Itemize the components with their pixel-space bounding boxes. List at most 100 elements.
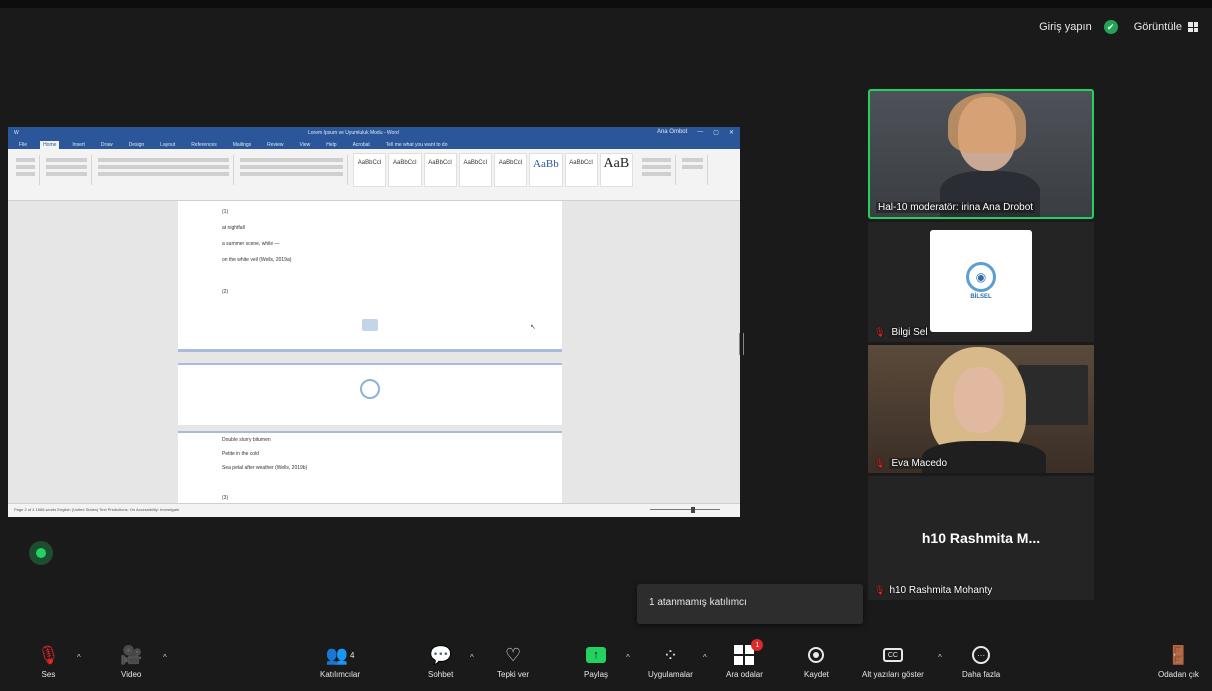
participant-video <box>954 367 1004 433</box>
leave-label: Odadan çık <box>1158 670 1199 679</box>
status-text: Page 2 of 4 1668 words English (United S… <box>14 507 180 512</box>
logo-text: BİLSEL <box>970 294 992 300</box>
participant-tile[interactable]: ◉ BİLSEL 🎙 Bilgi Sel <box>868 222 1094 342</box>
shared-screen: W Lorem Ipsum ve Uyumluluk Modu - Word A… <box>8 127 740 517</box>
participant-label: 🎙 h10 Rashmita Mohanty <box>874 585 992 596</box>
participant-tile-active-speaker[interactable]: Hal-10 moderatör: irina Ana Drobot <box>868 89 1094 219</box>
document-area: (1) at nightfall a summer scene, while —… <box>8 201 740 503</box>
mic-muted-icon: 🎙 <box>37 644 60 665</box>
word-tab: Insert <box>72 142 85 148</box>
participant-hair <box>948 93 1026 153</box>
participant-tile[interactable]: h10 Rashmita M... 🎙 h10 Rashmita Mohanty <box>868 476 1094 600</box>
apps-icon: ⁘ <box>662 644 678 665</box>
more-icon-wrap: ··· <box>972 643 991 667</box>
rooms-badge: 1 <box>751 639 764 651</box>
word-statusbar: Page 2 of 4 1668 words English (United S… <box>8 503 740 517</box>
style-swatch: AaBbCcI <box>423 153 457 187</box>
rooms-label: Ara odalar <box>726 670 763 679</box>
view-button[interactable]: Görüntüle <box>1134 21 1198 33</box>
participant-avatar-logo: ◉ BİLSEL <box>930 230 1032 332</box>
reactions-button[interactable]: ♡ Tepki ver <box>497 643 530 680</box>
participant-name: h10 Rashmita Mohanty <box>889 585 993 596</box>
video-button[interactable]: 🎥 Video <box>120 643 142 680</box>
signin-label: Giriş yapın <box>1039 21 1092 33</box>
word-ribbon: AaBbCcI AaBbCcI AaBbCcI AaBbCcI AaBbCcI AaBb A… <box>8 149 740 201</box>
breakout-rooms-button[interactable]: 1 Ara odalar <box>726 639 764 679</box>
mouse-cursor-icon: ↖ <box>530 324 536 331</box>
participant-tile[interactable]: 🎙 Eva Macedo <box>868 345 1094 473</box>
word-titlebar: W Lorem Ipsum ve Uyumluluk Modu - Word A… <box>8 127 740 139</box>
editing-group <box>638 155 676 185</box>
chat-icon: 💬 <box>429 644 452 665</box>
zoom-slider <box>650 509 720 510</box>
share-options-caret-icon[interactable]: ^ <box>626 653 630 662</box>
panel-splitter-handle[interactable] <box>739 333 744 355</box>
captions-button[interactable]: CC Alt yazıları göster <box>862 643 924 679</box>
record-icon-wrap <box>808 643 825 667</box>
share-screen-button[interactable]: ↑ Paylaş <box>584 643 608 679</box>
header-logo-icon <box>360 379 380 399</box>
word-tab: Design <box>128 142 145 148</box>
participant-display-name: h10 Rashmita M... <box>921 530 1041 546</box>
participant-name: Bilgi Sel <box>889 327 930 338</box>
audio-label: Ses <box>41 670 56 679</box>
participant-label: 🎙 Bilgi Sel <box>874 327 930 338</box>
style-swatch: AaBbCcI <box>388 153 422 187</box>
apps-options-caret-icon[interactable]: ^ <box>703 653 707 662</box>
doc-line: at nightfall <box>222 225 245 231</box>
doc-line: (2) <box>222 289 229 295</box>
word-tab: Draw <box>100 142 113 148</box>
participant-label: 🎙 Eva Macedo <box>874 458 950 469</box>
unassigned-participants-tooltip[interactable]: 1 atanmamış katılımcı <box>637 584 863 624</box>
minimize-icon: — <box>697 129 704 135</box>
video-options-caret-icon[interactable]: ^ <box>163 653 167 662</box>
word-tab: Acrobat <box>352 142 370 148</box>
clipboard-tools <box>42 155 92 185</box>
chat-label: Sohbet <box>428 670 454 679</box>
style-swatch: AaBbCcI <box>458 153 492 187</box>
leave-room-button[interactable]: 🚪 Odadan çık <box>1158 643 1199 680</box>
zoom-slider-knob <box>691 507 695 513</box>
share-icon-wrap: ↑ <box>586 643 606 667</box>
word-tab: Tell me what you want to do <box>385 142 448 148</box>
grid-view-icon <box>1188 22 1198 32</box>
style-swatch: AaBbCcI <box>564 153 598 187</box>
word-user: Ana Ombot <box>656 129 688 135</box>
chat-options-caret-icon[interactable]: ^ <box>470 653 474 662</box>
security-shield-icon: ✔ <box>1103 20 1118 34</box>
chat-button[interactable]: 💬 Sohbet <box>428 643 454 680</box>
more-label: Daha fazla <box>962 670 1001 679</box>
record-button[interactable]: Kaydet <box>804 643 829 679</box>
doc-line: on the white veil (Wells, 2019a) <box>222 257 292 263</box>
styles-gallery: AaBbCcI AaBbCcI AaBbCcI AaBbCcI AaBbCcI AaBb A… <box>353 153 633 187</box>
background-wall <box>1018 365 1088 425</box>
doc-line: Petite in the cold <box>222 451 259 457</box>
word-tab: Mailings <box>232 142 252 148</box>
close-icon: ✕ <box>728 130 734 136</box>
audio-options-caret-icon[interactable]: ^ <box>77 653 81 662</box>
word-window-controls: Ana Ombot — ▢ ✕ <box>657 129 734 136</box>
mic-muted-icon: 🎙 <box>874 585 886 595</box>
audio-button[interactable]: 🎙 Ses <box>37 643 60 680</box>
reactions-label: Tepki ver <box>497 670 530 679</box>
meeting-toolbar: 🎙 Ses ^ 🎥 Video ^ 👥 4 Katılımcılar 💬 Sohb… <box>0 635 1212 691</box>
word-tab: Home <box>40 141 60 149</box>
captions-options-caret-icon[interactable]: ^ <box>938 653 942 662</box>
apps-button[interactable]: ⁘ Uygulamalar <box>648 643 693 680</box>
heart-icon: ♡ <box>504 644 522 665</box>
bilsel-logo-icon: ◉ <box>966 262 996 292</box>
participants-button[interactable]: 👥 4 Katılımcılar <box>320 643 361 680</box>
encryption-indicator-icon[interactable] <box>29 541 53 565</box>
more-button[interactable]: ··· Daha fazla <box>962 643 1000 679</box>
style-swatch: AaBb <box>529 153 563 187</box>
captions-label: Alt yazıları göster <box>862 670 924 679</box>
participants-label: Katılımcılar <box>320 670 361 679</box>
style-swatch: AaB <box>599 153 633 187</box>
word-tab: Review <box>267 142 284 148</box>
video-label: Video <box>121 670 142 679</box>
rooms-icon-wrap: 1 <box>734 639 764 667</box>
word-tab: Help <box>326 142 337 148</box>
signin-link[interactable]: Giriş yapın ✔ <box>1039 20 1118 34</box>
document-page-1: (1) at nightfall a summer scene, while —… <box>178 201 562 349</box>
more-icon: ··· <box>972 646 991 664</box>
